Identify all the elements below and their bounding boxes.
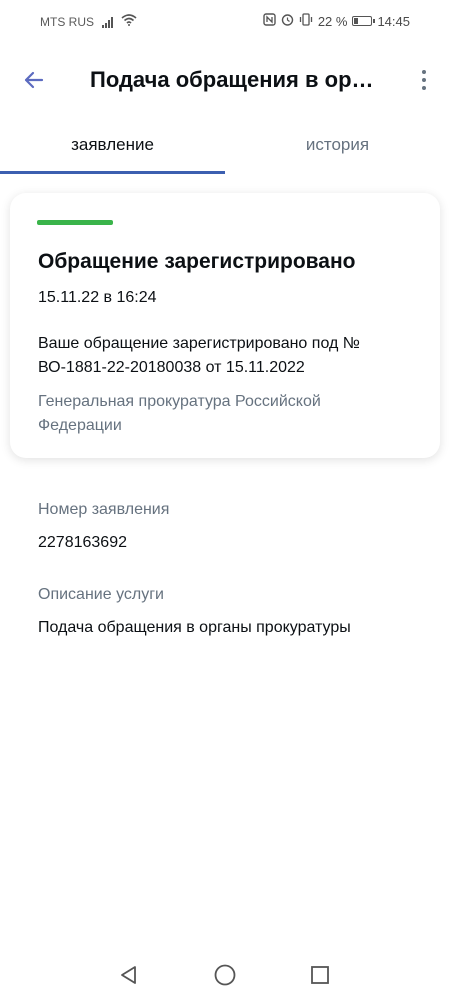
- status-title: Обращение зарегистрировано: [38, 250, 356, 273]
- tab-application[interactable]: заявление: [0, 122, 225, 174]
- clock: 14:45: [377, 13, 410, 29]
- vibrate-icon: [299, 13, 313, 29]
- wifi-icon: [121, 14, 137, 29]
- battery-text: 22 %: [317, 13, 348, 29]
- status-card: Обращение зарегистрировано 15.11.22 в 16…: [10, 193, 440, 458]
- status-bar: MTS RUS 22 % 14:45: [0, 0, 450, 44]
- tab-bar: заявление история: [0, 122, 450, 174]
- circle-home-icon: [214, 964, 236, 986]
- nfc-icon: [263, 13, 276, 29]
- more-vertical-icon: [422, 70, 426, 74]
- system-navigation-bar: [0, 950, 450, 1000]
- carrier-name: MTS RUS: [40, 14, 94, 29]
- more-menu-button[interactable]: [412, 62, 436, 98]
- status-bar-left: MTS RUS: [40, 14, 137, 29]
- triangle-back-icon: [121, 966, 136, 984]
- app-header: Подача обращения в органы прокуратуры: [0, 50, 450, 110]
- service-description-value: Подача обращения в органы прокуратуры: [38, 619, 351, 636]
- application-number-label: Номер заявления: [38, 501, 170, 518]
- tab-history[interactable]: история: [225, 122, 450, 174]
- nav-recents-button[interactable]: [307, 962, 333, 988]
- organization-name: Генеральная прокуратура Российской Федер…: [38, 393, 321, 434]
- back-button[interactable]: [16, 62, 52, 98]
- status-bar-right: 22 % 14:45: [263, 13, 410, 29]
- nav-back-button[interactable]: [116, 962, 142, 988]
- status-indicator-bar: [37, 220, 113, 225]
- alarm-icon: [281, 13, 294, 29]
- arrow-left-icon: [24, 71, 44, 89]
- page-title: Подача обращения в органы прокуратуры: [90, 67, 382, 92]
- battery-icon: [352, 16, 376, 26]
- status-message: Ваше обращение зарегистрировано под № ВО…: [38, 335, 360, 376]
- application-number-value: 2278163692: [38, 534, 127, 551]
- status-date: 15.11.22 в 16:24: [38, 289, 157, 306]
- service-description-label: Описание услуги: [38, 586, 164, 603]
- nav-home-button[interactable]: [212, 962, 238, 988]
- signal-icon: [102, 16, 113, 28]
- square-recents-icon: [311, 966, 329, 984]
